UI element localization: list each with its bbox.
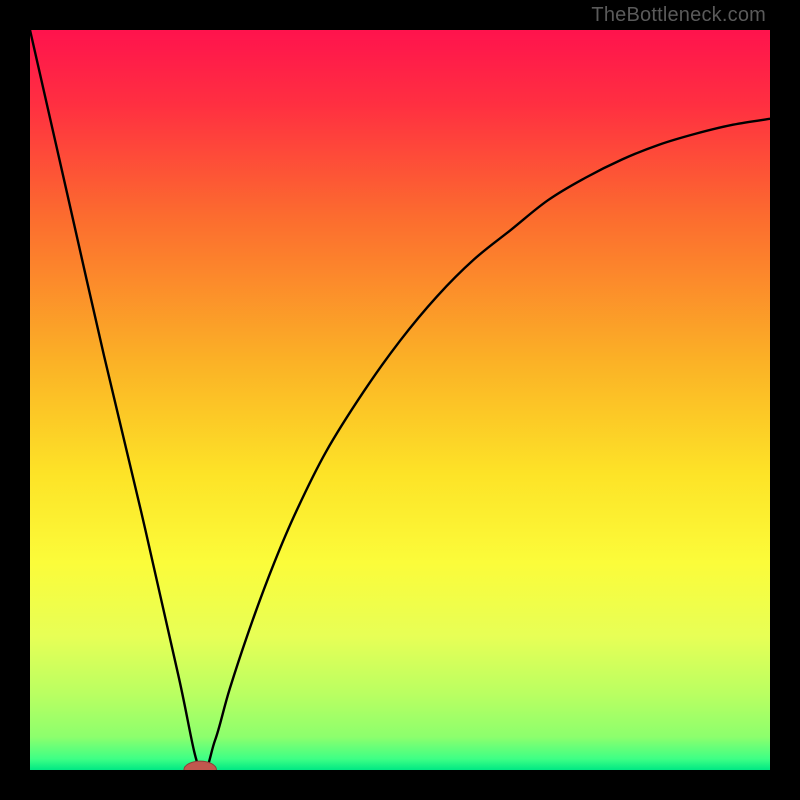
chart-frame: TheBottleneck.com [0,0,800,800]
watermark-text: TheBottleneck.com [591,4,766,27]
plot-area [30,30,770,770]
bottleneck-chart [30,30,770,770]
gradient-background [30,30,770,770]
